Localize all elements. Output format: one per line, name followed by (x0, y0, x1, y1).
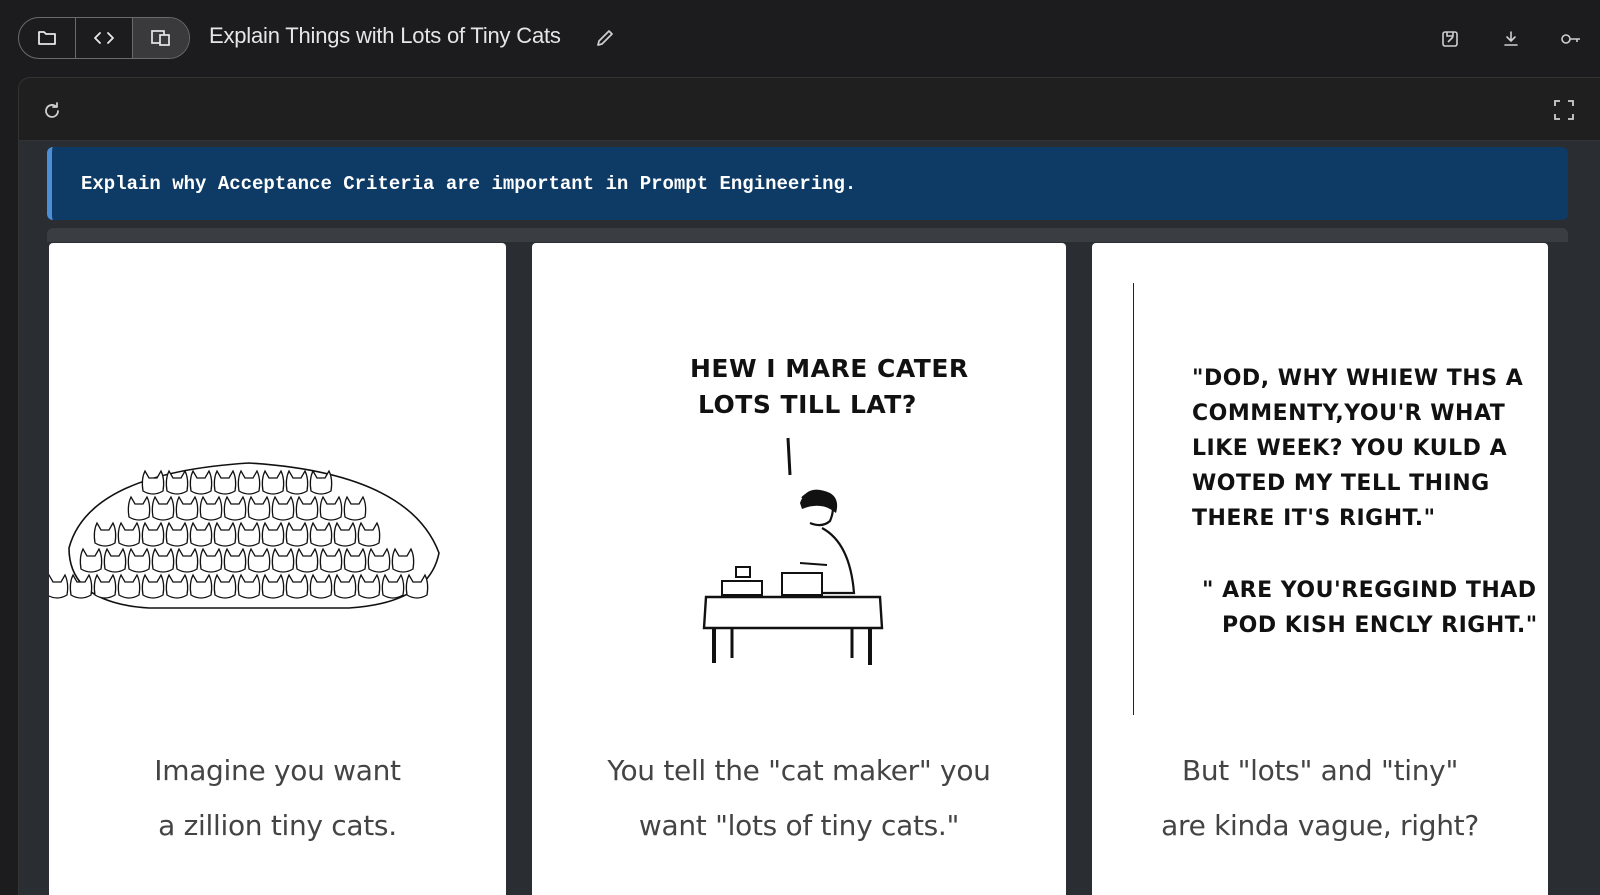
comic-panel-2: Hew i mare cater lots till lat? You tell… (532, 243, 1066, 895)
preview-button[interactable] (132, 18, 189, 58)
speech-bubble: Hew i mare cater lots till lat? (690, 351, 969, 423)
quote-line: pod kish encly right." (1222, 613, 1538, 638)
quote-line: like week? you kuld a (1192, 436, 1508, 461)
caption-line: want "lots of tiny cats." (638, 809, 960, 842)
comic-panel-3: "Dod, why whiew ths a commenty,you'r wha… (1092, 243, 1548, 895)
bubble-line: Hew i mare cater (690, 354, 969, 383)
cat-maker-illustration (702, 437, 884, 665)
key-icon[interactable] (1559, 29, 1583, 49)
quote-block-1: "Dod, why whiew ths a commenty,you'r wha… (1192, 361, 1523, 536)
prompt-text: Explain why Acceptance Criteria are impo… (81, 173, 857, 195)
frame-toolbar (19, 78, 1600, 141)
code-button[interactable] (75, 18, 132, 58)
quote-line: woted my tell thing (1192, 471, 1490, 496)
folder-icon (38, 31, 56, 45)
prompt-banner: Explain why Acceptance Criteria are impo… (47, 147, 1568, 220)
fullscreen-icon[interactable] (1552, 98, 1576, 122)
panel-1-caption: Imagine you want a zillion tiny cats. (49, 743, 506, 853)
caption-line: You tell the "cat maker" you (607, 754, 991, 787)
save-icon[interactable] (1440, 29, 1460, 49)
edit-icon[interactable] (594, 27, 616, 49)
comic-panel-1: Imagine you want a zillion tiny cats. (49, 243, 506, 895)
view-toggle-group (18, 17, 190, 59)
preview-frame: Explain why Acceptance Criteria are impo… (18, 77, 1600, 895)
quote-block-2: " Are you'reggind thad pod kish encly ri… (1202, 573, 1538, 643)
caption-line: Imagine you want (154, 754, 401, 787)
quote-line: there it's right." (1192, 506, 1436, 531)
code-icon (94, 32, 114, 44)
reload-icon[interactable] (41, 100, 63, 122)
caption-line: are kinda vague, right? (1161, 809, 1479, 842)
bubble-line: lots till lat? (698, 390, 917, 419)
panel-3-caption: But "lots" and "tiny" are kinda vague, r… (1092, 743, 1548, 853)
preview-icon (151, 30, 170, 46)
quote-line: " Are you'reggind thad (1202, 578, 1537, 603)
panel-border-line (1133, 283, 1134, 715)
cat-head (49, 573, 69, 599)
quote-line: commenty,you'r what (1192, 401, 1506, 426)
folder-button[interactable] (19, 18, 75, 58)
quote-line: "Dod, why whiew ths a (1192, 366, 1524, 391)
cat-head (141, 469, 165, 495)
caption-line: But "lots" and "tiny" (1181, 754, 1459, 787)
cat-pile-illustration (49, 462, 440, 609)
panel-2-caption: You tell the "cat maker" you want "lots … (532, 743, 1066, 853)
panels-header-strip (47, 228, 1568, 242)
caption-line: a zillion tiny cats. (158, 809, 397, 842)
page-title: Explain Things with Lots of Tiny Cats (209, 23, 561, 48)
top-bar: Explain Things with Lots of Tiny Cats (0, 0, 1600, 78)
download-icon[interactable] (1501, 29, 1521, 49)
